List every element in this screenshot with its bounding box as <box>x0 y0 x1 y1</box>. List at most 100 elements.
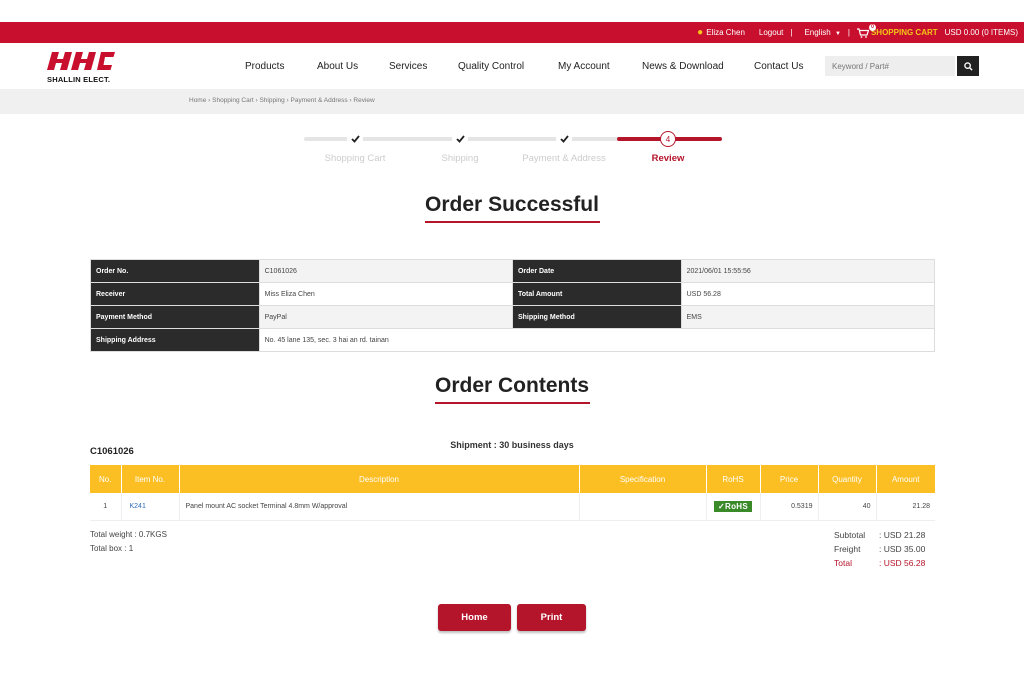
col-rohs: RoHS <box>706 465 761 493</box>
table-row: Shipping Address No. 45 lane 135, sec. 3… <box>90 328 936 352</box>
search-button[interactable] <box>957 56 979 76</box>
nav-about-us[interactable]: About Us <box>317 61 358 72</box>
order-no-value: C1061026 <box>258 259 513 283</box>
step-label-shipping: Shipping <box>441 153 479 164</box>
checkout-steps: 4 Shopping Cart Shipping Payment & Addre… <box>304 128 724 168</box>
cart-summary: USD 0.00 (0 ITEMS) <box>944 28 1018 37</box>
payment-method-value: PayPal <box>258 305 513 329</box>
language-select[interactable]: English ▼ <box>804 28 840 37</box>
cell-quantity: 40 <box>818 493 877 521</box>
rohs-badge: ✓RoHS <box>714 500 752 512</box>
order-no-label: Order No. <box>90 259 260 283</box>
top-bar-links: ● Eliza Chen Logout | English ▼ | 0 SHOP… <box>690 22 1018 43</box>
nav-my-account[interactable]: My Account <box>558 61 610 72</box>
table-header-row: No. Item No. Description Specification R… <box>90 465 935 493</box>
col-item-no: Item No. <box>121 465 180 493</box>
col-specification: Specification <box>579 465 707 493</box>
col-price: Price <box>760 465 819 493</box>
step-1-check-icon <box>347 131 363 147</box>
payment-method-label: Payment Method <box>90 305 260 329</box>
nav-quality-control[interactable]: Quality Control <box>458 61 524 72</box>
rohs-label: RoHS <box>725 501 748 511</box>
freight-value: : USD 35.00 <box>879 544 926 554</box>
cart-count-badge: 0 <box>868 23 876 31</box>
total-row: Total : USD 56.28 <box>834 556 925 570</box>
step-label-payment-address: Payment & Address <box>522 153 606 164</box>
weight-summary: Total weight : 0.7KGS Total box : 1 <box>90 528 167 556</box>
language-label: English <box>804 28 831 37</box>
title-underline <box>435 402 590 404</box>
shipping-method-value: EMS <box>680 305 936 329</box>
receiver-value: Miss Eliza Chen <box>258 282 513 306</box>
step-2-check-icon <box>452 131 468 147</box>
shopping-cart-link[interactable]: SHOPPING CART <box>871 28 938 37</box>
table-row: Receiver Miss Eliza Chen Total Amount US… <box>90 282 936 306</box>
logo-text: SHALLIN ELECT. <box>47 75 111 84</box>
total-amount-label: Total Amount <box>511 282 682 306</box>
nav-news-download[interactable]: News & Download <box>642 61 724 72</box>
order-info-table: Order No. C1061026 Order Date 2021/06/01… <box>90 259 936 352</box>
subtotal-row: Subtotal : USD 21.28 <box>834 528 925 542</box>
total-value: : USD 56.28 <box>879 558 926 568</box>
header: SHALLIN ELECT. Products About Us Service… <box>0 43 1024 89</box>
logout-link[interactable]: Logout <box>759 28 783 37</box>
order-date-label: Order Date <box>511 259 682 283</box>
total-label: Total <box>834 558 852 568</box>
table-row: 1 K241 Panel mount AC socket Terminal 4.… <box>90 493 935 521</box>
print-button[interactable]: Print <box>517 604 586 631</box>
order-items-table: No. Item No. Description Specification R… <box>90 465 935 521</box>
total-weight: Total weight : 0.7KGS <box>90 530 167 539</box>
nav-contact-us[interactable]: Contact Us <box>754 61 803 72</box>
cell-no: 1 <box>90 493 122 521</box>
shipping-address-value: No. 45 lane 135, sec. 3 hai an rd. taina… <box>258 328 936 352</box>
cell-amount: 21.28 <box>876 493 935 521</box>
order-successful-title: Order Successful <box>425 193 599 216</box>
item-no-link[interactable]: K241 <box>121 493 180 521</box>
logo-mark-icon <box>47 52 115 70</box>
cell-price: 0.5319 <box>760 493 819 521</box>
col-quantity: Quantity <box>818 465 877 493</box>
top-bar: ● Eliza Chen Logout | English ▼ | 0 SHOP… <box>0 22 1024 43</box>
user-name-link[interactable]: Eliza Chen <box>706 28 745 37</box>
cart-icon[interactable]: 0 <box>856 23 876 38</box>
separator: | <box>847 28 850 37</box>
search-input[interactable] <box>825 56 955 76</box>
shipping-method-label: Shipping Method <box>511 305 682 329</box>
step-4-number: 4 <box>660 131 676 147</box>
cell-description: Panel mount AC socket Terminal 4.8mm W/a… <box>179 493 580 521</box>
table-row: Order No. C1061026 Order Date 2021/06/01… <box>90 259 936 283</box>
breadcrumb[interactable]: Home › Shopping Cart › Shipping › Paymen… <box>189 97 375 104</box>
nav-services[interactable]: Services <box>389 61 427 72</box>
cell-specification <box>579 493 707 521</box>
col-description: Description <box>179 465 580 493</box>
check-icon: ✓ <box>718 501 726 511</box>
order-contents-title: Order Contents <box>434 374 589 397</box>
subtotal-value: : USD 21.28 <box>879 530 926 540</box>
freight-row: Freight : USD 35.00 <box>834 542 925 556</box>
subtotal-label: Subtotal <box>834 530 866 540</box>
user-icon: ● <box>697 27 704 38</box>
col-no: No. <box>90 465 122 493</box>
title-underline <box>425 221 600 223</box>
separator: | <box>790 28 793 37</box>
logo[interactable]: SHALLIN ELECT. <box>46 51 126 84</box>
total-amount-value: USD 56.28 <box>680 282 936 306</box>
totals-summary: Subtotal : USD 21.28 Freight : USD 35.00 T… <box>834 528 925 570</box>
step-3-check-icon <box>556 131 572 147</box>
nav-products[interactable]: Products <box>245 61 284 72</box>
shipping-address-label: Shipping Address <box>90 328 260 352</box>
step-label-shopping-cart: Shopping Cart <box>324 153 386 164</box>
table-row: Payment Method PayPal Shipping Method EM… <box>90 305 936 329</box>
total-box: Total box : 1 <box>90 544 134 553</box>
chevron-down-icon: ▼ <box>834 31 841 37</box>
col-amount: Amount <box>876 465 935 493</box>
order-date-value: 2021/06/01 15:55:56 <box>680 259 936 283</box>
receiver-label: Receiver <box>90 282 260 306</box>
home-button[interactable]: Home <box>438 604 511 631</box>
step-label-review: Review <box>651 153 685 164</box>
cell-rohs: ✓RoHS <box>706 493 761 521</box>
breadcrumb-bar: Home › Shopping Cart › Shipping › Paymen… <box>0 89 1024 114</box>
freight-label: Freight <box>834 544 861 554</box>
shipment-info: Shipment : 30 business days <box>450 440 574 450</box>
search-icon <box>963 61 973 71</box>
